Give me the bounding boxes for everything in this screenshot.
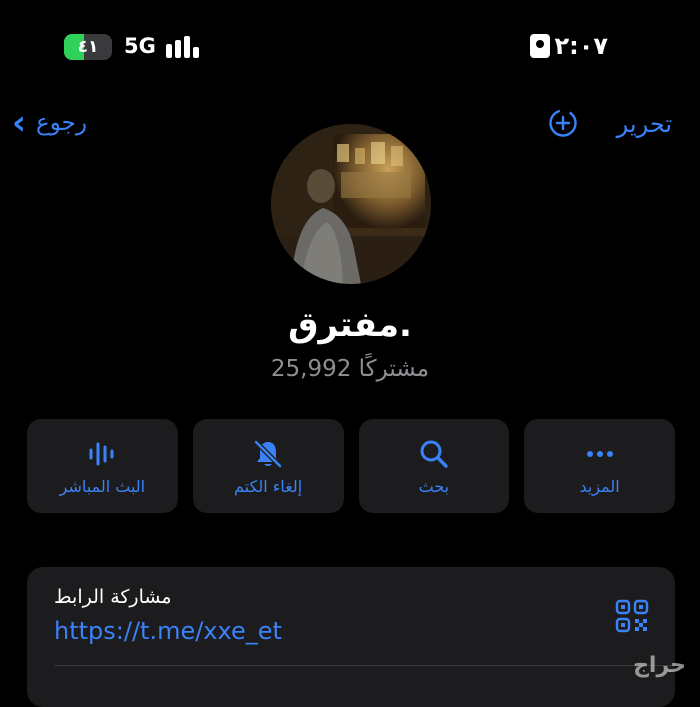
live-stream-button[interactable]: البث المباشر [27, 419, 178, 513]
watermark-logo: حراج [633, 653, 686, 678]
edit-button[interactable]: تحرير [617, 110, 672, 138]
live-stream-icon [89, 442, 114, 465]
back-label: رجوع [36, 110, 87, 136]
battery-level: ٤١ [77, 37, 99, 57]
network-label: 5G [124, 34, 156, 58]
search-label: بحث [418, 476, 450, 496]
bell-slash-icon [254, 439, 282, 468]
chevron-left-icon: ‹ [12, 103, 27, 143]
action-bar: البث المباشر إلغاء الكتم بحث المزيد [27, 419, 675, 513]
status-bar: ٤١ 5G ٢:٠٧ [0, 0, 700, 90]
unmute-label: إلغاء الكتم [234, 476, 303, 496]
battery-icon: ٤١ [64, 34, 112, 60]
divider [54, 665, 675, 666]
more-button[interactable]: المزيد [524, 419, 675, 513]
subscriber-count: 25,992 مشتركًا [270, 356, 430, 382]
signal-bars-icon [166, 36, 199, 58]
clock: ٢:٠٧ [554, 32, 608, 60]
share-link[interactable]: https://t.me/xxe_et [54, 617, 282, 645]
more-icon [586, 450, 613, 457]
live-stream-label: البث المباشر [59, 476, 146, 496]
search-button[interactable]: بحث [358, 419, 510, 513]
share-link-label: مشاركة الرابط [54, 586, 172, 608]
add-circle-icon[interactable] [548, 108, 578, 138]
channel-title: مفترق. [288, 305, 412, 345]
more-label: المزيد [579, 476, 620, 496]
unmute-button[interactable]: إلغاء الكتم [192, 419, 344, 513]
channel-avatar[interactable] [271, 124, 431, 284]
share-link-card: مشاركة الرابط https://t.me/xxe_et [27, 567, 675, 707]
qr-code-icon[interactable] [615, 599, 649, 633]
contact-card-icon [530, 34, 550, 58]
search-icon [420, 440, 448, 468]
avatar-image [271, 124, 431, 284]
back-button[interactable]: ‹ رجوع [12, 103, 87, 143]
